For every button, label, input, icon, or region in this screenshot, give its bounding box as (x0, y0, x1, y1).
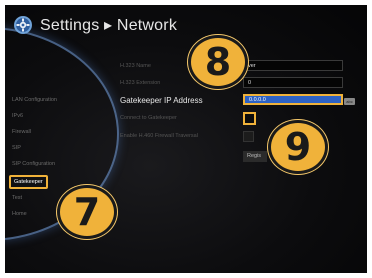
sidebar-item-gatekeeper[interactable]: Gatekeeper (9, 175, 48, 189)
keyboard-badge: abc (344, 98, 355, 105)
gatekeeper-ip-label: Gatekeeper IP Address (120, 96, 203, 105)
sidebar-item-sip[interactable]: SIP (9, 141, 24, 155)
settings-screen: Settings ▸ Network LAN Configuration IPv… (5, 5, 367, 273)
sidebar-item-firewall[interactable]: Firewall (9, 125, 34, 139)
connect-gatekeeper-checkbox[interactable] (243, 112, 256, 125)
callout-badge-8: 8 (188, 35, 248, 89)
callout-badge-7: 7 (57, 185, 117, 239)
h460-label: Enable H.460 Firewall Traversal (120, 133, 198, 139)
h323-extension-field[interactable]: 0 (243, 77, 343, 88)
sidebar-item-ipv6[interactable]: IPv6 (9, 109, 26, 123)
h323-extension-label: H.323 Extension (120, 80, 161, 86)
sidebar-item-lan-configuration[interactable]: LAN Configuration (9, 93, 60, 107)
callout-badge-9: 9 (268, 120, 328, 174)
page-title: Settings ▸ Network (40, 17, 178, 34)
connect-gatekeeper-label: Connect to Gatekeeper (120, 115, 177, 121)
h323-name-field[interactable]: ver (243, 60, 343, 71)
gatekeeper-ip-field[interactable]: 0.0.0.0 (243, 94, 343, 105)
page-header: Settings ▸ Network (13, 15, 177, 35)
h460-checkbox[interactable] (243, 131, 254, 142)
sidebar-item-test[interactable]: Test (9, 191, 25, 205)
sidebar-item-sip-configuration[interactable]: SIP Configuration (9, 157, 58, 171)
gear-icon (14, 16, 32, 34)
h323-name-label: H.323 Name (120, 63, 151, 69)
sidebar-item-home[interactable]: Home (9, 207, 30, 221)
register-button[interactable]: Regis (243, 151, 267, 162)
